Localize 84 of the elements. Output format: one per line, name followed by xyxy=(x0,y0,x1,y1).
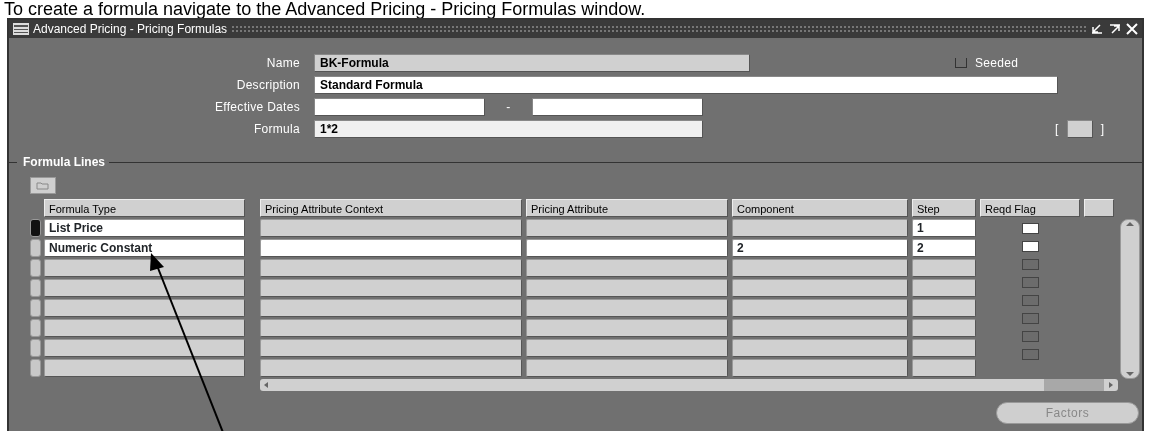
column-header: Reqd Flag xyxy=(980,199,1080,217)
table-cell[interactable] xyxy=(732,279,908,297)
horizontal-scrollbar[interactable] xyxy=(260,379,1118,391)
column-header: Step xyxy=(912,199,976,217)
caption-text: To create a formula navigate to the Advanced Pricing - Pricing Formulas window. xyxy=(3,0,647,18)
table-cell[interactable]: List Price xyxy=(44,219,245,237)
app-icon xyxy=(13,23,29,35)
reqd-flag-checkbox[interactable] xyxy=(1021,223,1039,234)
table-cell[interactable] xyxy=(526,279,728,297)
table-cell[interactable]: 1 xyxy=(912,219,976,237)
table-cell[interactable] xyxy=(732,259,908,277)
close-icon[interactable] xyxy=(1126,23,1138,35)
table-cell[interactable] xyxy=(44,279,245,297)
scroll-up-icon[interactable] xyxy=(1124,220,1136,228)
table-cell[interactable] xyxy=(44,339,245,357)
bracket-text: [ xyxy=(1055,121,1059,138)
table-cell[interactable] xyxy=(912,259,976,277)
column-header: Formula Type xyxy=(44,199,245,217)
table-cell[interactable] xyxy=(912,299,976,317)
table-cell[interactable] xyxy=(912,359,976,377)
window-title: Advanced Pricing - Pricing Formulas xyxy=(33,21,228,38)
formula-field[interactable]: 1*2 xyxy=(314,120,703,138)
table-cell[interactable] xyxy=(260,259,522,277)
reqd-flag-checkbox[interactable] xyxy=(1021,313,1039,324)
table-cell[interactable] xyxy=(526,319,728,337)
table-cell[interactable] xyxy=(526,259,728,277)
table-cell[interactable] xyxy=(44,319,245,337)
column-header: Component xyxy=(732,199,908,217)
table-cell[interactable] xyxy=(260,279,522,297)
table-cell[interactable]: 2 xyxy=(912,239,976,257)
descriptive-flexfield[interactable] xyxy=(1066,120,1093,138)
row-indicator[interactable] xyxy=(30,219,41,237)
table-cell[interactable] xyxy=(912,279,976,297)
reqd-flag-checkbox[interactable] xyxy=(1021,349,1039,360)
folder-button[interactable] xyxy=(30,177,56,195)
table-cell[interactable] xyxy=(260,239,522,257)
reqd-flag-checkbox[interactable] xyxy=(1021,241,1039,252)
table-cell[interactable] xyxy=(44,359,245,377)
scrollbar-thumb[interactable] xyxy=(1044,379,1104,391)
field-label: Effective Dates xyxy=(214,99,301,116)
table-cell[interactable] xyxy=(732,339,908,357)
table-cell[interactable] xyxy=(526,359,728,377)
description-field[interactable]: Standard Formula xyxy=(314,76,1058,94)
table-cell[interactable] xyxy=(732,299,908,317)
table-cell[interactable] xyxy=(912,319,976,337)
vertical-scrollbar[interactable] xyxy=(1120,219,1140,379)
field-label: Description xyxy=(235,77,301,94)
date-separator: - xyxy=(505,99,512,116)
name-field[interactable]: BK-Formula xyxy=(314,54,750,72)
scroll-down-icon[interactable] xyxy=(1124,370,1136,378)
reqd-flag-checkbox[interactable] xyxy=(1021,295,1039,306)
table-cell[interactable]: 2 xyxy=(732,239,908,257)
table-cell[interactable] xyxy=(732,319,908,337)
column-header xyxy=(1084,199,1114,217)
maximize-icon[interactable] xyxy=(1108,23,1122,35)
table-cell[interactable] xyxy=(260,319,522,337)
minimize-icon[interactable] xyxy=(1090,23,1104,35)
field-label: Name xyxy=(265,55,301,72)
table-cell[interactable]: Numeric Constant xyxy=(44,239,245,257)
table-cell[interactable] xyxy=(260,359,522,377)
table-cell[interactable] xyxy=(526,219,728,237)
reqd-flag-checkbox[interactable] xyxy=(1021,259,1039,270)
table-cell[interactable] xyxy=(732,359,908,377)
table-cell[interactable] xyxy=(260,219,522,237)
table-cell[interactable] xyxy=(526,239,728,257)
table-cell[interactable] xyxy=(526,299,728,317)
table-cell[interactable] xyxy=(44,259,245,277)
seeded-checkbox[interactable] xyxy=(955,58,967,68)
reqd-flag-checkbox[interactable] xyxy=(1021,277,1039,288)
table-cell[interactable] xyxy=(260,299,522,317)
table-cell[interactable] xyxy=(732,219,908,237)
reqd-flag-checkbox[interactable] xyxy=(1021,331,1039,342)
table-cell[interactable] xyxy=(526,339,728,357)
table-cell[interactable] xyxy=(912,339,976,357)
section-title: Formula Lines xyxy=(22,154,106,171)
field-label: Formula xyxy=(252,121,301,138)
end-date-field[interactable] xyxy=(532,98,703,116)
bracket-text: ] xyxy=(1100,121,1105,138)
column-header: Pricing Attribute Context xyxy=(260,199,522,217)
table-cell[interactable] xyxy=(260,339,522,357)
checkbox-label: Seeded xyxy=(975,55,1019,72)
start-date-field[interactable] xyxy=(314,98,485,116)
column-header: Pricing Attribute xyxy=(526,199,728,217)
table-cell[interactable] xyxy=(44,299,245,317)
